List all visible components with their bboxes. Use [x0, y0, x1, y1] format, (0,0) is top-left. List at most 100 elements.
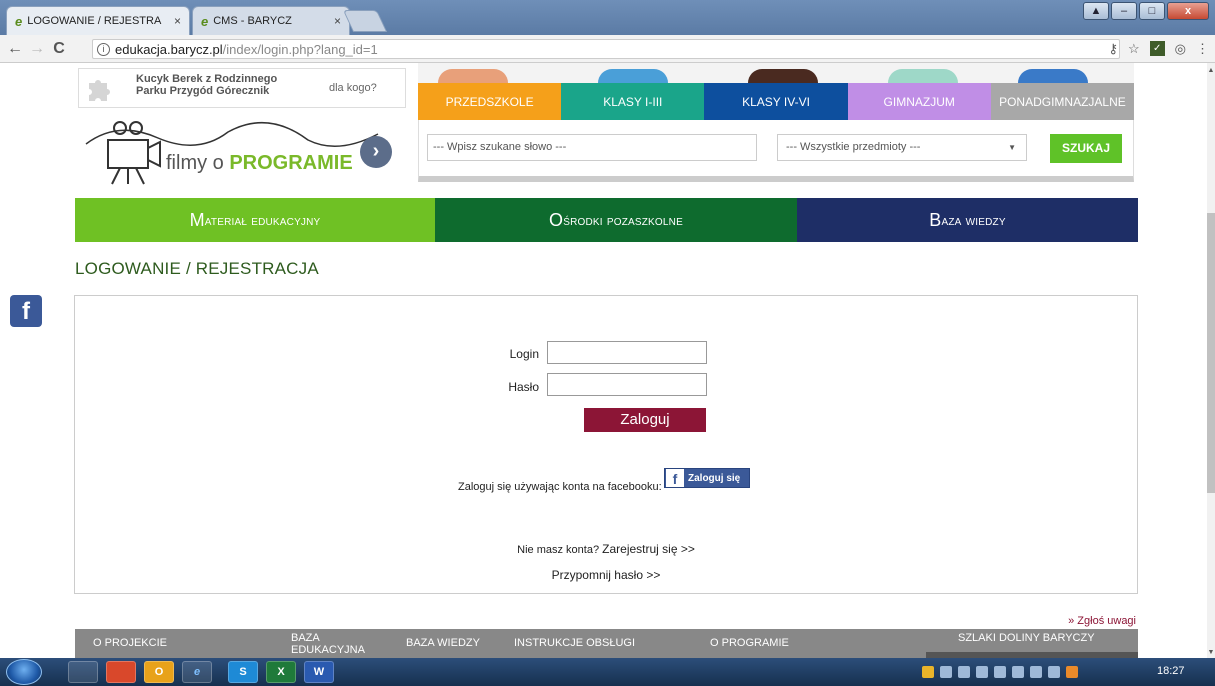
tray-icon[interactable]	[922, 666, 934, 678]
window-controls: ▲ – □ x	[1083, 2, 1209, 20]
register-prefix: Nie masz konta?	[517, 544, 600, 556]
maximize-button[interactable]: □	[1139, 2, 1165, 20]
monitor-icon[interactable]	[994, 666, 1006, 678]
browser-tabbar: e LOGOWANIE / REJESTRA × e CMS - BARYCZ …	[0, 0, 1215, 35]
nav-initial: B	[929, 209, 942, 230]
back-icon[interactable]: ←	[4, 40, 26, 58]
tab-ponadgimnazjalne[interactable]: PONADGIMNAZJALNE	[990, 83, 1135, 120]
search-input[interactable]: --- Wpisz szukane słowo ---	[427, 134, 757, 161]
key-icon[interactable]: ⚷	[1108, 41, 1118, 57]
clock: 18:27	[1157, 665, 1185, 677]
ie-icon[interactable]: e	[182, 661, 212, 683]
chevron-right-icon[interactable]: ›	[360, 136, 392, 168]
hero-figure	[748, 69, 818, 83]
tray-icon[interactable]	[1066, 666, 1078, 678]
system-tray	[922, 661, 1143, 683]
url-input[interactable]: i edukacja.barycz.pl/index/login.php?lan…	[92, 39, 1120, 59]
minimize-button[interactable]: –	[1111, 2, 1137, 20]
footer-nav: O PROJEKCIE BAZA EDUKACYJNA BAZA WIEDZY …	[75, 629, 1138, 658]
skype-icon[interactable]: S	[228, 661, 258, 683]
close-icon[interactable]: ×	[174, 14, 181, 28]
tab-title: CMS - BARYCZ	[213, 15, 292, 27]
start-button[interactable]	[6, 659, 42, 685]
main-nav: Materiał edukacyjny Ośrodki pozaszkolne …	[75, 198, 1138, 242]
facebook-icon[interactable]: f	[10, 295, 42, 327]
login-input[interactable]	[547, 341, 707, 364]
nav-initial: O	[549, 209, 564, 230]
film-camera-icon	[85, 121, 379, 185]
facebook-icon: f	[666, 469, 684, 487]
tab-przedszkole[interactable]: PRZEDSZKOLE	[418, 83, 562, 120]
signal-icon[interactable]	[1030, 666, 1042, 678]
tab-title: LOGOWANIE / REJESTRA	[27, 15, 162, 27]
info-icon[interactable]: i	[97, 42, 110, 56]
address-bar: ← → C i edukacja.barycz.pl/index/login.p…	[0, 35, 1215, 63]
forward-icon[interactable]: →	[26, 40, 48, 58]
user-icon[interactable]: ▲	[1083, 2, 1109, 20]
register-link[interactable]: Zarejestruj się >>	[602, 542, 695, 556]
bookmark-star-icon[interactable]: ☆	[1128, 41, 1140, 57]
menu-icon[interactable]: ⋮	[1196, 41, 1209, 57]
footer-szlaki[interactable]: SZLAKI DOLINY BARYCZY	[958, 632, 1095, 644]
login-button[interactable]: Zaloguj	[584, 408, 706, 432]
tray-icon[interactable]	[940, 666, 952, 678]
nav-material-edukacyjny[interactable]: Materiał edukacyjny	[75, 198, 435, 242]
tab-gimnazjum[interactable]: GIMNAZJUM	[847, 83, 991, 120]
word-icon[interactable]: W	[304, 661, 334, 683]
url-host: edukacja.barycz.pl	[115, 41, 223, 57]
scroll-up-icon[interactable]: ▲	[1207, 67, 1215, 74]
tab-klasy-4-6[interactable]: KLASY IV-VI	[704, 83, 848, 120]
hero-image	[418, 63, 1134, 83]
films-banner[interactable]: filmy o PROGRAMIE ›	[78, 110, 408, 192]
footer-baza-edukacyjna[interactable]: BAZA EDUKACYJNA	[291, 632, 371, 656]
url-path: /index/login.php?lang_id=1	[222, 41, 378, 57]
tab-klasy-1-3[interactable]: KLASY I-III	[561, 83, 705, 120]
reload-icon[interactable]: C	[48, 40, 70, 58]
page-scrollbar[interactable]: ▲ ▼	[1207, 63, 1215, 658]
tab-cms[interactable]: e CMS - BARYCZ ×	[192, 6, 350, 35]
subject-select[interactable]: --- Wszystkie przedmioty --- ▼	[777, 134, 1027, 161]
excel-icon[interactable]: X	[266, 661, 296, 683]
explorer-icon[interactable]	[68, 661, 98, 683]
close-window-button[interactable]: x	[1167, 2, 1209, 20]
report-link[interactable]: » Zgłoś uwagi	[1068, 615, 1136, 627]
footer-baza-wiedzy[interactable]: BAZA WIEDZY	[406, 637, 480, 649]
login-panel: Login Hasło Zaloguj Zaloguj się używając…	[74, 295, 1138, 594]
fb-login-text: Zaloguj się używając konta na facebooku:	[458, 481, 662, 493]
nav-baza-wiedzy[interactable]: Baza wiedzy	[797, 198, 1138, 242]
scroll-thumb[interactable]	[1207, 213, 1215, 493]
password-input[interactable]	[547, 373, 707, 396]
chrome-icon[interactable]	[106, 661, 136, 683]
site-logo-icon: e	[15, 13, 23, 29]
flag-icon[interactable]	[1048, 666, 1060, 678]
subject-select-value: --- Wszystkie przedmioty ---	[786, 141, 921, 153]
register-line: Nie masz konta? Zarejestruj się >>	[75, 542, 1137, 556]
network-icon[interactable]	[976, 666, 988, 678]
nav-osrodki-pozaszkolne[interactable]: Ośrodki pozaszkolne	[435, 198, 797, 242]
bluetooth-icon[interactable]	[958, 666, 970, 678]
films-highlight: PROGRAMIE	[229, 152, 353, 174]
volume-icon[interactable]	[1012, 666, 1024, 678]
footer-o-projekcie[interactable]: O PROJEKCIE	[93, 637, 167, 649]
windows-taskbar: O e S X W 18:27	[0, 658, 1215, 686]
promo-link[interactable]: dla kogo?	[329, 82, 377, 94]
outlook-icon[interactable]: O	[144, 661, 174, 683]
hero-figure	[438, 69, 508, 83]
search-button[interactable]: SZUKAJ	[1050, 134, 1122, 163]
remind-password-link[interactable]: Przypomnij hasło >>	[75, 568, 1137, 582]
footer-instrukcje[interactable]: INSTRUKCJE OBSŁUGI	[514, 637, 635, 649]
extension-check-icon[interactable]: ✓	[1149, 41, 1165, 56]
site-logo-icon: e	[201, 13, 209, 29]
login-label: Login	[509, 347, 539, 361]
tab-login[interactable]: e LOGOWANIE / REJESTRA ×	[6, 6, 190, 35]
promo-title: Kucyk Berek z Rodzinnego Parku Przygód G…	[136, 73, 278, 97]
close-icon[interactable]: ×	[334, 14, 341, 28]
extension-icon[interactable]: ◎	[1175, 41, 1186, 57]
scroll-down-icon[interactable]: ▼	[1207, 649, 1215, 656]
footer-o-programie[interactable]: O PROGRAMIE	[710, 637, 789, 649]
nav-label: środki pozaszkolne	[563, 212, 683, 228]
promo-box[interactable]: Kucyk Berek z Rodzinnego Parku Przygód G…	[78, 68, 406, 108]
level-tabs: PRZEDSZKOLE KLASY I-III KLASY IV-VI GIMN…	[418, 83, 1135, 120]
page-viewport: Kucyk Berek z Rodzinnego Parku Przygód G…	[0, 63, 1207, 658]
fb-login-button[interactable]: f Zaloguj się	[664, 468, 750, 488]
